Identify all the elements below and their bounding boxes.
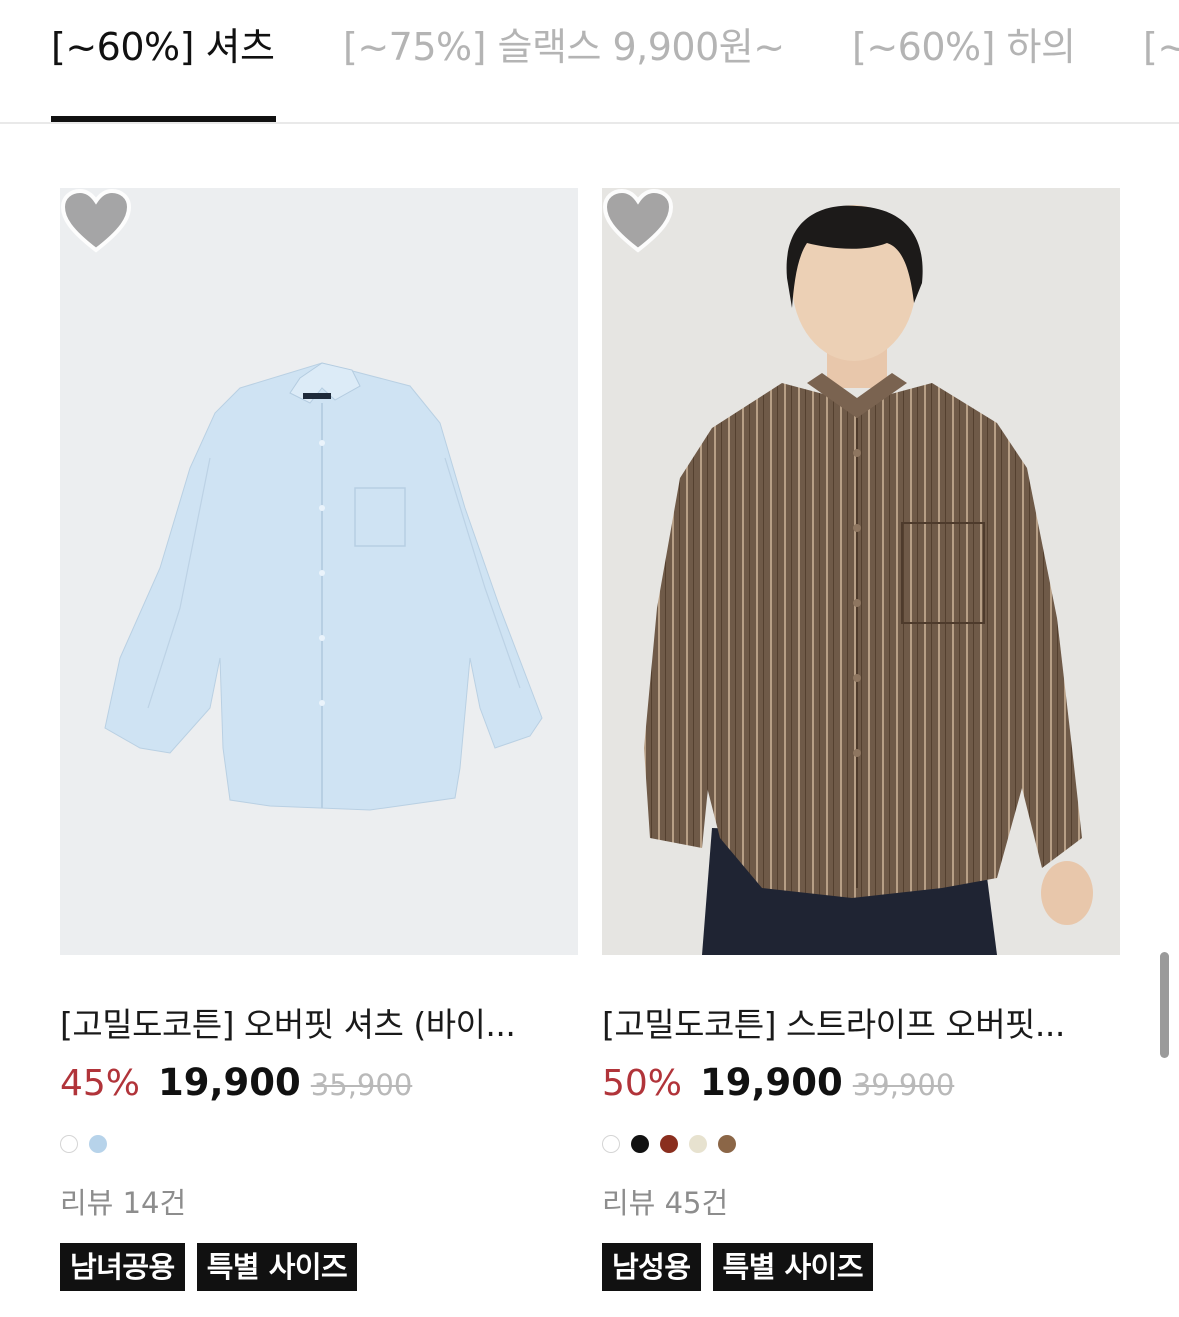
color-swatches <box>602 1135 1120 1157</box>
color-swatch[interactable] <box>631 1135 649 1153</box>
product-card[interactable]: [고밀도코튼] 스트라이프 오버핏... 50% 19,900 39,900 리… <box>602 188 1120 1291</box>
heart-icon[interactable] <box>60 188 132 254</box>
badge-list: 남성용 특별 사이즈 <box>602 1243 1120 1291</box>
color-swatch[interactable] <box>689 1135 707 1153</box>
badge-mens: 남성용 <box>602 1243 701 1291</box>
discount-rate: 45% <box>60 1063 141 1104</box>
badge-unisex: 남녀공용 <box>60 1243 185 1291</box>
original-price: 35,900 <box>310 1068 413 1102</box>
light-blue-shirt-illustration <box>104 362 543 811</box>
price-row: 45% 19,900 35,900 <box>60 1061 578 1111</box>
discount-rate: 50% <box>602 1063 683 1104</box>
model-striped-shirt-photo <box>644 205 1093 955</box>
product-card[interactable]: [고밀도코튼] 오버핏 셔츠 (바이... 45% 19,900 35,900 … <box>60 188 578 1291</box>
active-tab-indicator <box>51 116 276 122</box>
badge-list: 남녀공용 특별 사이즈 <box>60 1243 578 1291</box>
color-swatch[interactable] <box>60 1135 78 1153</box>
product-image[interactable] <box>60 188 578 955</box>
tab-bottoms[interactable]: [~60%] 하의 <box>852 22 1076 72</box>
heart-icon[interactable] <box>602 188 674 254</box>
product-title[interactable]: [고밀도코튼] 오버핏 셔츠 (바이... <box>60 1003 578 1047</box>
vertical-scrollbar[interactable] <box>1160 952 1169 1058</box>
tab-shirts[interactable]: [~60%] 셔츠 <box>51 22 275 72</box>
category-tab-bar: [~60%] 셔츠 [~75%] 슬랙스 9,900원~ [~60%] 하의 [… <box>0 0 1179 124</box>
badge-special-size: 특별 사이즈 <box>196 1243 358 1291</box>
color-swatch[interactable] <box>718 1135 736 1153</box>
color-swatch[interactable] <box>660 1135 678 1153</box>
review-count: 리뷰 14건 <box>60 1186 187 1220</box>
original-price: 39,900 <box>852 1068 955 1102</box>
sale-price: 19,900 <box>158 1061 301 1104</box>
price-row: 50% 19,900 39,900 <box>602 1061 1120 1111</box>
product-image[interactable] <box>602 188 1120 955</box>
review-count: 리뷰 45건 <box>602 1186 729 1220</box>
color-swatch[interactable] <box>602 1135 620 1153</box>
badge-special-size: 특별 사이즈 <box>712 1243 874 1291</box>
tab-slacks[interactable]: [~75%] 슬랙스 9,900원~ <box>343 22 785 72</box>
color-swatch[interactable] <box>89 1135 107 1153</box>
tab-next-cut-off[interactable]: [~ <box>1143 22 1179 72</box>
sale-price: 19,900 <box>700 1061 843 1104</box>
color-swatches <box>60 1135 578 1157</box>
product-title[interactable]: [고밀도코튼] 스트라이프 오버핏... <box>602 1003 1120 1047</box>
